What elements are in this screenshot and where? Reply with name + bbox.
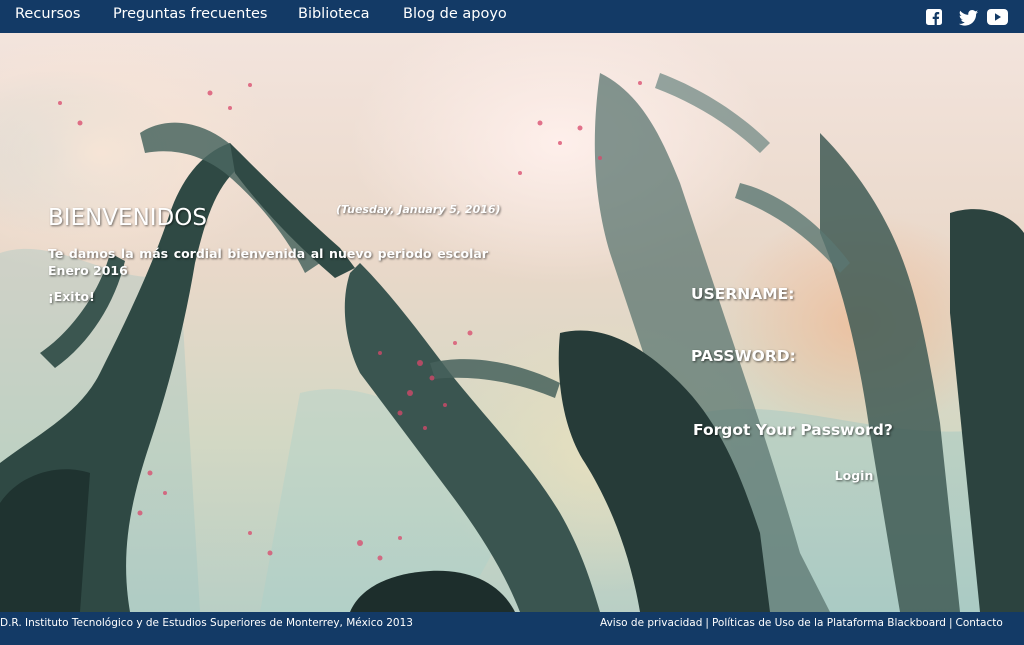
contact-link[interactable]: Contacto (956, 617, 1003, 629)
footer-separator: | (705, 617, 709, 629)
username-input[interactable] (691, 308, 921, 332)
welcome-title: BIENVENIDOS (48, 205, 207, 231)
footer-links: Aviso de privacidad | Políticas de Uso de … (600, 617, 1003, 629)
password-input[interactable] (691, 370, 921, 394)
usage-policies-link[interactable]: Políticas de Uso de la Plataforma Blackb… (712, 617, 946, 629)
top-navigation-bar: Recursos Preguntas frecuentes Biblioteca… (0, 0, 1024, 33)
youtube-icon[interactable] (987, 9, 1008, 25)
welcome-closing: ¡Exito! (48, 289, 95, 304)
welcome-date: (Tuesday, January 5, 2016) (336, 203, 501, 216)
twitter-icon[interactable] (958, 10, 979, 26)
footer-separator: | (948, 617, 953, 629)
footer: D.R. Instituto Tecnológico y de Estudios… (0, 612, 1024, 645)
forgot-password-link[interactable]: Forgot Your Password? (693, 421, 893, 439)
privacy-notice-link[interactable]: Aviso de privacidad (600, 617, 702, 629)
login-button[interactable]: Login (824, 464, 884, 486)
nav-link-recursos[interactable]: Recursos (15, 6, 80, 22)
username-label: USERNAME: (691, 285, 795, 303)
nav-link-biblioteca[interactable]: Biblioteca (298, 6, 370, 22)
copyright-text: D.R. Instituto Tecnológico y de Estudios… (0, 617, 413, 629)
password-label: PASSWORD: (691, 347, 796, 365)
welcome-message: Te damos la más cordial bienvenida al nu… (48, 246, 488, 278)
nav-link-preguntas-frecuentes[interactable]: Preguntas frecuentes (113, 6, 267, 22)
facebook-icon[interactable] (926, 9, 942, 25)
nav-link-blog-de-apoyo[interactable]: Blog de apoyo (403, 6, 507, 22)
